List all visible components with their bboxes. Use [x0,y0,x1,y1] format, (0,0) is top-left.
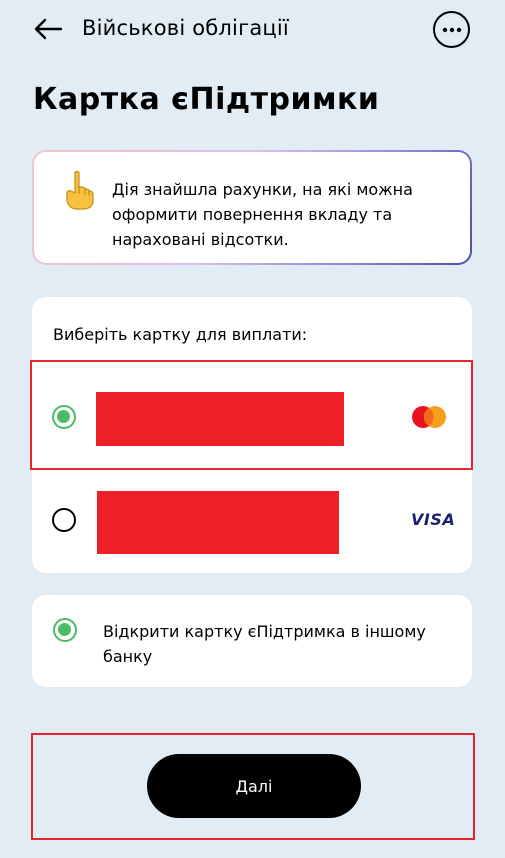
next-button[interactable]: Далі [147,754,361,818]
other-bank-radio[interactable] [53,618,77,642]
more-options-button[interactable] [433,11,470,48]
card-option-mastercard[interactable] [30,360,473,470]
card-number-redacted [96,392,344,446]
card-number-redacted [97,491,339,554]
next-button-highlight: Далі [31,733,475,840]
top-bar: Військові облігації [0,0,505,60]
back-button[interactable] [30,13,66,45]
pointing-up-hand-icon [66,170,94,210]
info-text: Дія знайшла рахунки, на які можна оформи… [112,180,413,249]
header-title: Військові облігації [82,16,289,40]
card-option-visa[interactable]: VISA [32,485,472,555]
arrow-left-icon [34,18,63,40]
open-card-other-bank-option[interactable]: Відкрити картку єПідтримка в іншому банк… [32,595,472,687]
info-banner: Дія знайшла рахунки, на які можна оформи… [32,150,472,265]
mastercard-icon [412,406,446,428]
more-horizontal-icon [442,27,461,32]
card-selection-label: Виберіть картку для виплати: [53,325,308,344]
card-selection-panel: Виберіть картку для виплати: VISA [30,297,473,573]
other-bank-label: Відкрити картку єПідтримка в іншому банк… [103,622,426,666]
card-radio-selected[interactable] [52,405,76,429]
info-card: Дія знайшла рахунки, на які можна оформи… [34,152,470,263]
page-title: Картка єПідтримки [33,82,380,117]
card-radio-unselected[interactable] [52,508,76,532]
visa-icon: VISA [411,510,456,529]
